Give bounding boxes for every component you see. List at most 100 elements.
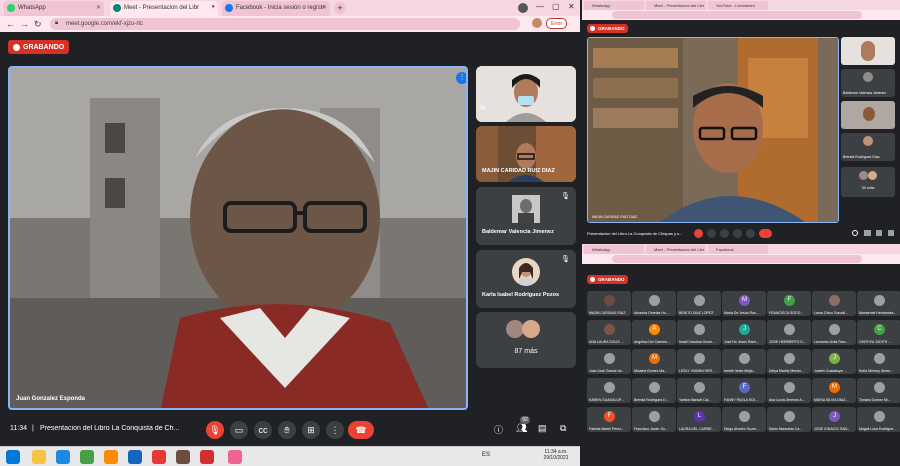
chrome-icon[interactable] (200, 450, 214, 464)
info-icon[interactable]: ⓘ (494, 423, 503, 436)
camera-button[interactable] (707, 229, 716, 238)
grid-participant-tile[interactable]: ANA LAURA SOLIS ... (587, 320, 631, 345)
people-icon[interactable]: 👥︎ (516, 423, 527, 434)
grid-participant-tile[interactable]: Israel Carolina Gome... (677, 320, 721, 345)
grid-participant-tile[interactable]: Brenda Rodriguez D... (632, 378, 676, 403)
grid-participant-tile[interactable]: M MARIA SILVIA DÍAZ... (812, 378, 856, 403)
participant-tile[interactable]: Baldemar Valencia Jimenez (841, 69, 895, 97)
edge-icon[interactable] (128, 450, 142, 464)
grid-participant-tile[interactable]: Leonardo Ávila Ram... (812, 320, 856, 345)
grid-participant-tile[interactable]: Diego Alvarez Guzm... (722, 407, 766, 432)
captions-button[interactable] (720, 229, 729, 238)
grid-participant-tile[interactable]: Laura Chico Gonzál... (812, 291, 856, 316)
grid-participant-tile[interactable]: Ana Lucía Jiménez A... (767, 378, 811, 403)
grid-participant-tile[interactable]: C CINTHYA JUDITH ... (857, 320, 900, 345)
participant-tile[interactable]: 🎙︎ Baldemar Valencia Jimenez (476, 187, 576, 245)
url-input[interactable] (612, 255, 862, 263)
grid-participant-tile[interactable]: Sofía Monroy Jimen... (857, 349, 900, 374)
tab-meet[interactable]: Meet - Presentacion del Libr (646, 245, 706, 254)
people-icon[interactable] (864, 230, 871, 236)
leave-call-button[interactable] (759, 229, 772, 238)
grid-participant-tile[interactable]: J Joselin Guadalupe ... (812, 349, 856, 374)
more-participants-tile[interactable]: 33 más (841, 167, 895, 197)
tab-facebook[interactable]: Facebook - Inicia sesión o regístr ✕ (222, 1, 330, 16)
mic-off-button[interactable] (694, 229, 703, 238)
chrome-active-icon[interactable] (228, 450, 242, 464)
tab-whatsapp[interactable]: WhatsApp ✕ (4, 1, 104, 16)
chrome-icon[interactable] (152, 450, 166, 464)
grid-participant-tile[interactable]: M María De Jesús Ros... (722, 291, 766, 316)
participant-tile[interactable] (841, 37, 895, 65)
participant-tile[interactable] (841, 101, 895, 129)
grid-participant-tile[interactable]: J José De Jesús Rami... (722, 320, 766, 345)
grid-participant-tile[interactable]: F FANNY PAOLA SOL... (722, 378, 766, 403)
grid-participant-tile[interactable]: F Fabiola Mariel Perez... (587, 407, 631, 432)
info-icon[interactable] (852, 230, 858, 236)
file-explorer-icon[interactable] (32, 450, 46, 464)
grid-participant-tile[interactable]: F FRANCISCA SOCO... (767, 291, 811, 316)
tab-meet[interactable]: Meet - Presentacion del Libr ● (110, 1, 218, 16)
chat-icon[interactable] (876, 230, 882, 236)
participant-tile[interactable]: Brenda Rodríguez Díaz (841, 133, 895, 161)
grid-participant-tile[interactable]: Amanda Ornelas Ho... (632, 291, 676, 316)
grid-participant-tile[interactable]: JOSE HERIBERTO D... (767, 320, 811, 345)
grid-participant-tile[interactable]: Francisco Javier Gu... (632, 407, 676, 432)
app-icon[interactable] (176, 450, 190, 464)
media-icon[interactable] (518, 3, 528, 13)
reload-icon[interactable]: ↻ (34, 18, 42, 30)
main-speaker-video[interactable]: MAJIN CARIDAD RUIZ DIAZ (587, 37, 839, 223)
grid-participant-tile[interactable]: BENITO DÍAZ LÓPEZ (677, 291, 721, 316)
url-input[interactable] (612, 11, 862, 19)
avatar[interactable] (532, 18, 542, 28)
word-icon[interactable] (56, 450, 70, 464)
leave-call-button[interactable]: ☎︎ (348, 421, 374, 439)
excel-icon[interactable] (80, 450, 94, 464)
grid-participant-tile[interactable]: Yaritza Manuel Cal... (677, 378, 721, 403)
grid-participant-tile[interactable]: LESLY YASMIN HER... (677, 349, 721, 374)
more-options-button[interactable] (746, 229, 755, 238)
grid-participant-tile[interactable]: Tamara Gomez Mi... (857, 378, 900, 403)
grid-participant-tile[interactable]: A Angelica Del Carmen... (632, 320, 676, 345)
close-window-icon[interactable]: ✕ (568, 2, 575, 11)
mic-off-button[interactable]: 🎙︎ (206, 421, 224, 439)
grid-participant-tile[interactable]: KAREN GUADALUP... (587, 378, 631, 403)
close-icon[interactable]: ✕ (96, 4, 101, 11)
raise-hand-button[interactable]: ✋︎ (278, 421, 296, 439)
participant-tile[interactable]: MAJIN CARIDAD RUIZ DIAZ (476, 126, 576, 182)
profile-error-button[interactable]: Error (546, 18, 568, 29)
grid-participant-tile[interactable]: Mario Manuelas Ca... (767, 407, 811, 432)
system-clock[interactable]: 11:34 a.m. 29/10/2021 (536, 449, 576, 461)
captions-button[interactable]: cc (254, 421, 272, 439)
activities-icon[interactable] (888, 230, 894, 236)
grid-participant-tile[interactable]: L LAURA DEL CARME... (677, 407, 721, 432)
grid-participant-tile[interactable]: M Micaela Gómez Ma... (632, 349, 676, 374)
grid-participant-tile[interactable]: MAJIN CARIDAD RUIZ (587, 291, 631, 316)
tab[interactable]: WhatsApp (584, 245, 644, 254)
minimize-icon[interactable]: — (536, 2, 544, 11)
more-participants-tile[interactable]: 87 más (476, 312, 576, 368)
language-indicator[interactable]: ES (482, 452, 490, 458)
camera-button[interactable]: ▭ (230, 421, 248, 439)
grid-participant-tile[interactable]: Juan José García Va... (587, 349, 631, 374)
participant-tile-self[interactable]: Tr (476, 66, 576, 122)
back-icon[interactable]: ← (6, 18, 15, 30)
tab-meet[interactable]: Meet - Presentacion del Libr (646, 1, 706, 10)
maximize-icon[interactable]: ▢ (552, 2, 560, 11)
more-options-button[interactable]: ⋮ (326, 421, 344, 439)
url-input[interactable]: 🔒︎ meet.google.com/ekf-xjzu-rtc (50, 18, 520, 30)
grid-participant-tile[interactable]: J JOSE IGNACIO SAN... (812, 407, 856, 432)
grid-participant-tile[interactable]: Mariaemel Hernández... (857, 291, 900, 316)
firefox-icon[interactable] (104, 450, 118, 464)
start-icon[interactable] (6, 450, 20, 464)
new-tab-button[interactable]: + (334, 2, 346, 14)
forward-icon[interactable]: → (20, 18, 29, 30)
tab[interactable]: Facebook (708, 245, 768, 254)
grid-participant-tile[interactable]: Irmeth Itzela Mejia... (722, 349, 766, 374)
close-icon[interactable]: ✕ (322, 4, 327, 11)
present-button[interactable] (733, 229, 742, 238)
grid-participant-tile[interactable]: Delya Marely Mendo... (767, 349, 811, 374)
chat-icon[interactable]: ▤ (538, 423, 547, 434)
activities-icon[interactable]: ⧉ (560, 423, 566, 434)
grid-participant-tile[interactable]: Magali Luna Rodrigue... (857, 407, 900, 432)
present-button[interactable]: ⊞ (302, 421, 320, 439)
